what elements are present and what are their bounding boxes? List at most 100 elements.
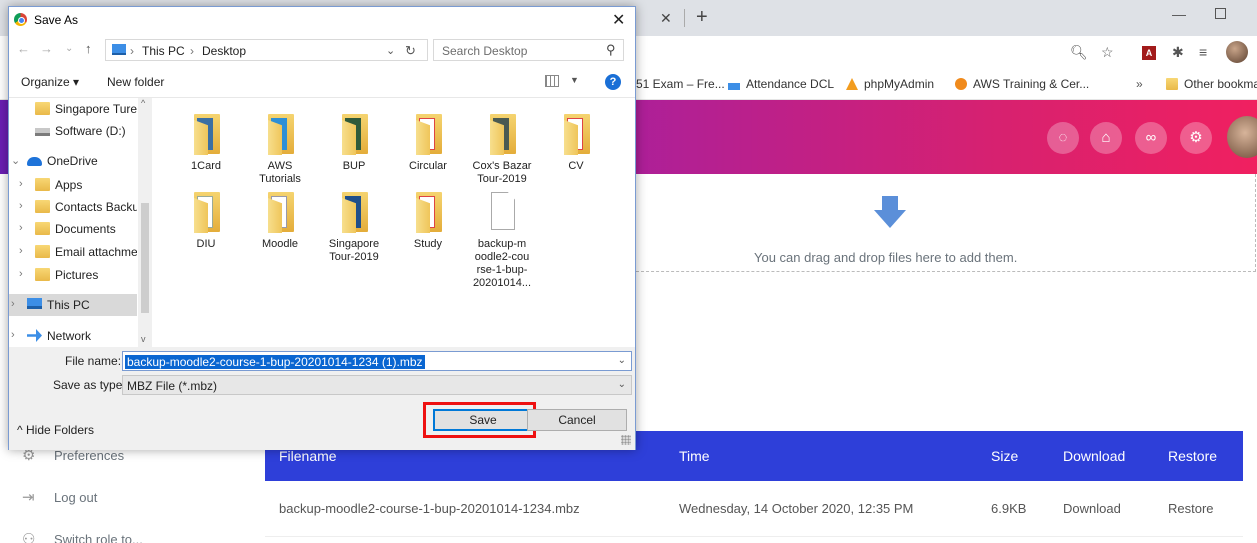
file-name-value: backup-moodle2-course-1-bup-20201014-123… [125, 355, 425, 369]
zoom-icon[interactable]: 🔍︎ [1070, 44, 1088, 61]
help-icon[interactable]: ? [605, 74, 621, 90]
column-header-time: Time [679, 448, 710, 464]
file-item-coxs-bazar[interactable]: Cox's Bazar Tour-2019 [468, 112, 536, 186]
folder-icon [35, 268, 50, 281]
extensions-icon[interactable]: ✱ [1172, 44, 1184, 61]
reading-list-icon[interactable]: ≡ [1199, 44, 1207, 60]
file-item-aws-tutorials[interactable]: AWS Tutorials [246, 112, 314, 186]
pdf-extension-icon[interactable]: A [1142, 46, 1156, 60]
maximize-icon[interactable] [1215, 8, 1226, 19]
profile-avatar[interactable] [1226, 41, 1248, 63]
bookmark-item[interactable]: phpMyAdmin [846, 77, 934, 91]
file-item-singapore-tour[interactable]: Singapore Tour-2019 [320, 190, 388, 264]
user-avatar[interactable] [1227, 116, 1257, 158]
chevron-down-icon[interactable]: ⌄ [618, 379, 626, 390]
logout-icon: ⇥ [22, 489, 35, 506]
file-dropzone[interactable]: You can drag and drop files here to add … [636, 174, 1256, 272]
dialog-titlebar: Save As ✕ [9, 7, 635, 33]
tab-close-icon[interactable]: ✕ [660, 10, 672, 27]
scroll-up-icon[interactable]: ^ [141, 98, 145, 108]
home-icon[interactable]: ⌂ [1090, 122, 1122, 154]
breadcrumb-this-pc[interactable]: This PC [142, 44, 185, 58]
file-name: Singapore Tour-2019 [328, 238, 380, 263]
link-icon[interactable]: ∞ [1135, 122, 1167, 154]
tree-item-label: OneDrive [47, 154, 98, 168]
hide-icon[interactable]: ◌ [1047, 122, 1079, 154]
cancel-button[interactable]: Cancel [527, 409, 627, 431]
chevron-right-icon[interactable]: › [19, 222, 23, 234]
tree-item-pictures[interactable]: › Pictures [9, 264, 137, 286]
more-bookmarks-chevron[interactable]: » [1136, 77, 1143, 91]
bookmark-item[interactable]: AWS Training & Cer... [955, 77, 1089, 91]
chevron-right-icon[interactable]: › [11, 298, 15, 310]
refresh-icon[interactable]: ↻ [405, 43, 416, 59]
switch-role-icon: ⚇ [22, 531, 36, 543]
tree-scrollbar[interactable]: ^ v [138, 98, 152, 348]
sidebar-item-switch-role[interactable]: ⚇ Switch role to... [22, 530, 143, 543]
minimize-icon[interactable]: — [1172, 6, 1186, 22]
breadcrumb-desktop[interactable]: Desktop [202, 44, 246, 58]
search-input[interactable]: Search Desktop ⚲ [433, 39, 624, 61]
file-item-cv[interactable]: CV [542, 112, 610, 173]
path-breadcrumb[interactable]: › This PC › Desktop ⌄ ↻ [105, 39, 428, 61]
tree-item-label: This PC [47, 298, 90, 312]
back-arrow-icon[interactable]: ← [17, 41, 30, 56]
download-link[interactable]: Download [1063, 501, 1121, 516]
file-item-moodle[interactable]: Moodle [246, 190, 314, 251]
file-item-backup-mbz[interactable]: backup-m oodle2-cou rse-1-bup- 20201014.… [468, 190, 536, 290]
dialog-title: Save As [34, 13, 79, 27]
recent-dropdown-icon[interactable]: ⌄ [65, 43, 73, 54]
settings-gear-icon[interactable]: ⚙ [1180, 122, 1212, 154]
hide-folders-toggle[interactable]: ^ Hide Folders [17, 423, 94, 437]
pc-icon [27, 298, 42, 309]
chevron-right-icon[interactable]: › [19, 178, 23, 190]
chevron-down-icon[interactable]: ⌄ [618, 355, 626, 366]
view-dropdown-icon[interactable]: ▼ [570, 75, 579, 85]
close-icon[interactable]: ✕ [612, 10, 625, 30]
restore-link[interactable]: Restore [1168, 501, 1214, 516]
bookmark-item[interactable]: 51 Exam – Fre... [636, 77, 725, 91]
file-item-1card[interactable]: 1Card [172, 112, 240, 173]
organize-button[interactable]: Organize ▾ [21, 75, 79, 89]
chevron-right-icon[interactable]: › [19, 200, 23, 212]
bookmark-label: AWS Training & Cer... [973, 77, 1090, 91]
file-item-diu[interactable]: DIU [172, 190, 240, 251]
new-tab-icon[interactable]: + [696, 6, 708, 29]
chevron-right-icon[interactable]: › [11, 329, 15, 341]
computer-icon [112, 44, 126, 55]
tree-item-singapore[interactable]: Singapore Ture-2 [9, 98, 137, 120]
file-item-circular[interactable]: Circular [394, 112, 462, 173]
chevron-down-icon[interactable]: ⌄ [11, 154, 20, 167]
chevron-right-icon[interactable]: › [19, 245, 23, 257]
tree-item-software-d[interactable]: Software (D:) [9, 120, 137, 142]
cell-time: Wednesday, 14 October 2020, 12:35 PM [679, 501, 914, 516]
forward-arrow-icon[interactable]: → [40, 41, 53, 56]
bookmark-item[interactable]: Attendance DCL [728, 77, 834, 91]
file-name-input[interactable]: backup-moodle2-course-1-bup-20201014-123… [122, 351, 632, 371]
scroll-down-icon[interactable]: v [141, 334, 146, 344]
view-options-icon[interactable] [545, 75, 559, 87]
tree-item-apps[interactable]: › Apps [9, 174, 137, 196]
save-button[interactable]: Save [433, 409, 533, 431]
chevron-right-icon[interactable]: › [19, 268, 23, 280]
folder-icon [263, 190, 297, 234]
path-dropdown-icon[interactable]: ⌄ [386, 44, 395, 57]
folder-icon [189, 190, 223, 234]
new-folder-button[interactable]: New folder [107, 75, 164, 89]
sidebar-item-logout[interactable]: ⇥ Log out [22, 488, 97, 506]
tree-item-email-attachments[interactable]: › Email attachmer [9, 241, 137, 263]
bookmark-star-icon[interactable]: ☆ [1101, 44, 1114, 61]
resize-grip[interactable] [621, 435, 631, 445]
tree-item-onedrive[interactable]: ⌄ OneDrive [9, 150, 137, 172]
save-type-select[interactable]: MBZ File (*.mbz) ⌄ [122, 375, 632, 395]
scrollbar-thumb[interactable] [141, 203, 149, 313]
column-header-filename: Filename [279, 448, 337, 464]
file-item-study[interactable]: Study [394, 190, 462, 251]
tree-item-network[interactable]: › Network [9, 325, 137, 347]
tree-item-documents[interactable]: › Documents [9, 218, 137, 240]
bookmark-item[interactable]: Other bookma [1166, 77, 1257, 91]
file-item-bup[interactable]: BUP [320, 112, 388, 173]
tree-item-contacts-backup[interactable]: › Contacts Backup [9, 196, 137, 218]
up-arrow-icon[interactable]: ↑ [85, 41, 92, 56]
tree-item-this-pc[interactable]: › This PC [9, 294, 137, 316]
